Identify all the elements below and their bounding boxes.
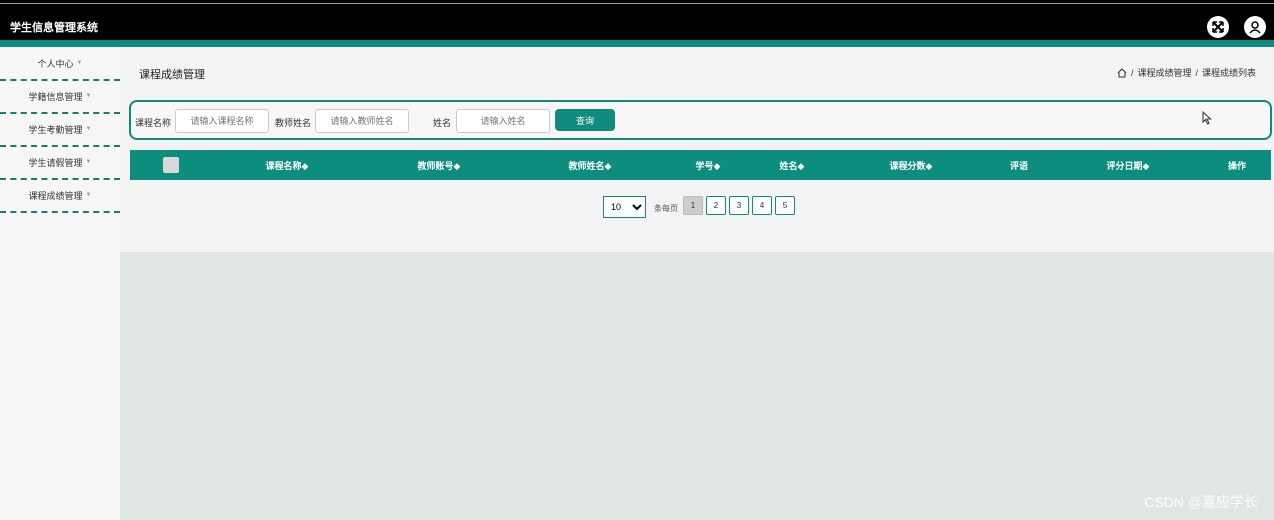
column-header-teacher-account[interactable]: 教师账号◆ xyxy=(418,159,461,172)
sidebar-item-label: 学籍信息管理 xyxy=(28,91,83,102)
page-button-1[interactable]: 1 xyxy=(683,196,703,215)
breadcrumb-level2: 课程成绩列表 xyxy=(1201,68,1256,78)
student-name-input[interactable] xyxy=(456,109,550,133)
column-header-actions: 操作 xyxy=(1227,161,1247,171)
page-button-4[interactable]: 4 xyxy=(752,196,772,215)
caret-down-icon: ▼ xyxy=(85,192,92,198)
sidebar-item-label: 课程成绩管理 xyxy=(28,190,83,201)
page-title: 课程成绩管理 xyxy=(139,69,205,81)
app-title: 学生信息管理系统 xyxy=(10,22,98,34)
course-name-label: 课程名称 xyxy=(135,118,172,128)
column-header-grade-date[interactable]: 评分日期◆ xyxy=(1107,159,1150,172)
watermark: CSDN @嘉应学长 xyxy=(1144,494,1258,510)
page-button-2[interactable]: 2 xyxy=(706,196,726,215)
student-name-label: 姓名 xyxy=(433,118,452,128)
caret-down-icon: ▼ xyxy=(85,93,92,99)
top-line xyxy=(0,3,1274,4)
table-header: 课程名称◆ 教师账号◆ 教师姓名◆ 学号◆ 姓名◆ 课程分数◆ 评语 评分日期◆… xyxy=(130,150,1271,180)
mouse-cursor-icon xyxy=(1202,111,1212,125)
search-button[interactable]: 查询 xyxy=(555,109,615,131)
user-icon xyxy=(1249,21,1261,34)
caret-down-icon: ▼ xyxy=(76,60,83,66)
expand-arrows-icon xyxy=(1212,21,1224,33)
column-header-score[interactable]: 课程分数◆ xyxy=(890,159,933,172)
breadcrumb-level1[interactable]: 课程成绩管理 xyxy=(1137,66,1191,79)
column-header-teacher-name[interactable]: 教师姓名◆ xyxy=(569,159,612,172)
home-icon[interactable] xyxy=(1117,67,1127,78)
column-header-comment: 评语 xyxy=(1009,161,1029,171)
accent-bar xyxy=(0,40,1274,47)
breadcrumb: / 课程成绩管理 / 课程成绩列表 xyxy=(1117,66,1256,79)
page-size-select[interactable]: 10 xyxy=(603,196,646,218)
page-button-3[interactable]: 3 xyxy=(729,196,749,215)
column-header-student-id[interactable]: 学号◆ xyxy=(696,159,721,172)
select-all-checkbox[interactable] xyxy=(163,157,179,173)
user-button[interactable] xyxy=(1244,16,1266,38)
sidebar-item-label: 学生考勤管理 xyxy=(28,124,83,135)
sidebar-item-attendance[interactable]: 学生考勤管理 ▼ xyxy=(0,113,120,147)
breadcrumb-separator: / xyxy=(1130,67,1134,78)
search-form: 课程名称 教师姓名 姓名 查询 xyxy=(129,100,1272,140)
fullscreen-button[interactable] xyxy=(1207,16,1229,38)
page-button-5[interactable]: 5 xyxy=(775,196,795,215)
content-background xyxy=(120,252,1274,520)
course-name-input[interactable] xyxy=(175,109,269,133)
sidebar: 个人中心 ▼ 学籍信息管理 ▼ 学生考勤管理 ▼ 学生请假管理 ▼ 课程成绩管理 ▼ xyxy=(0,47,120,520)
caret-down-icon: ▼ xyxy=(85,126,92,132)
per-page-label: 条每页 xyxy=(654,204,678,213)
teacher-name-label: 教师姓名 xyxy=(275,118,312,128)
breadcrumb-separator: / xyxy=(1195,67,1198,78)
sidebar-item-course-grades[interactable]: 课程成绩管理 ▼ xyxy=(0,179,120,213)
column-header-course-name[interactable]: 课程名称◆ xyxy=(266,159,309,172)
sidebar-item-student-records[interactable]: 学籍信息管理 ▼ xyxy=(0,80,120,114)
caret-down-icon: ▼ xyxy=(85,159,92,165)
top-bar: 学生信息管理系统 xyxy=(0,0,1274,40)
column-header-student-name[interactable]: 姓名◆ xyxy=(780,159,805,172)
sidebar-item-label: 个人中心 xyxy=(37,58,74,69)
sidebar-item-leave[interactable]: 学生请假管理 ▼ xyxy=(0,146,120,180)
sidebar-item-personal-center[interactable]: 个人中心 ▼ xyxy=(0,47,120,81)
sidebar-item-label: 学生请假管理 xyxy=(28,157,83,168)
teacher-name-input[interactable] xyxy=(315,109,409,133)
